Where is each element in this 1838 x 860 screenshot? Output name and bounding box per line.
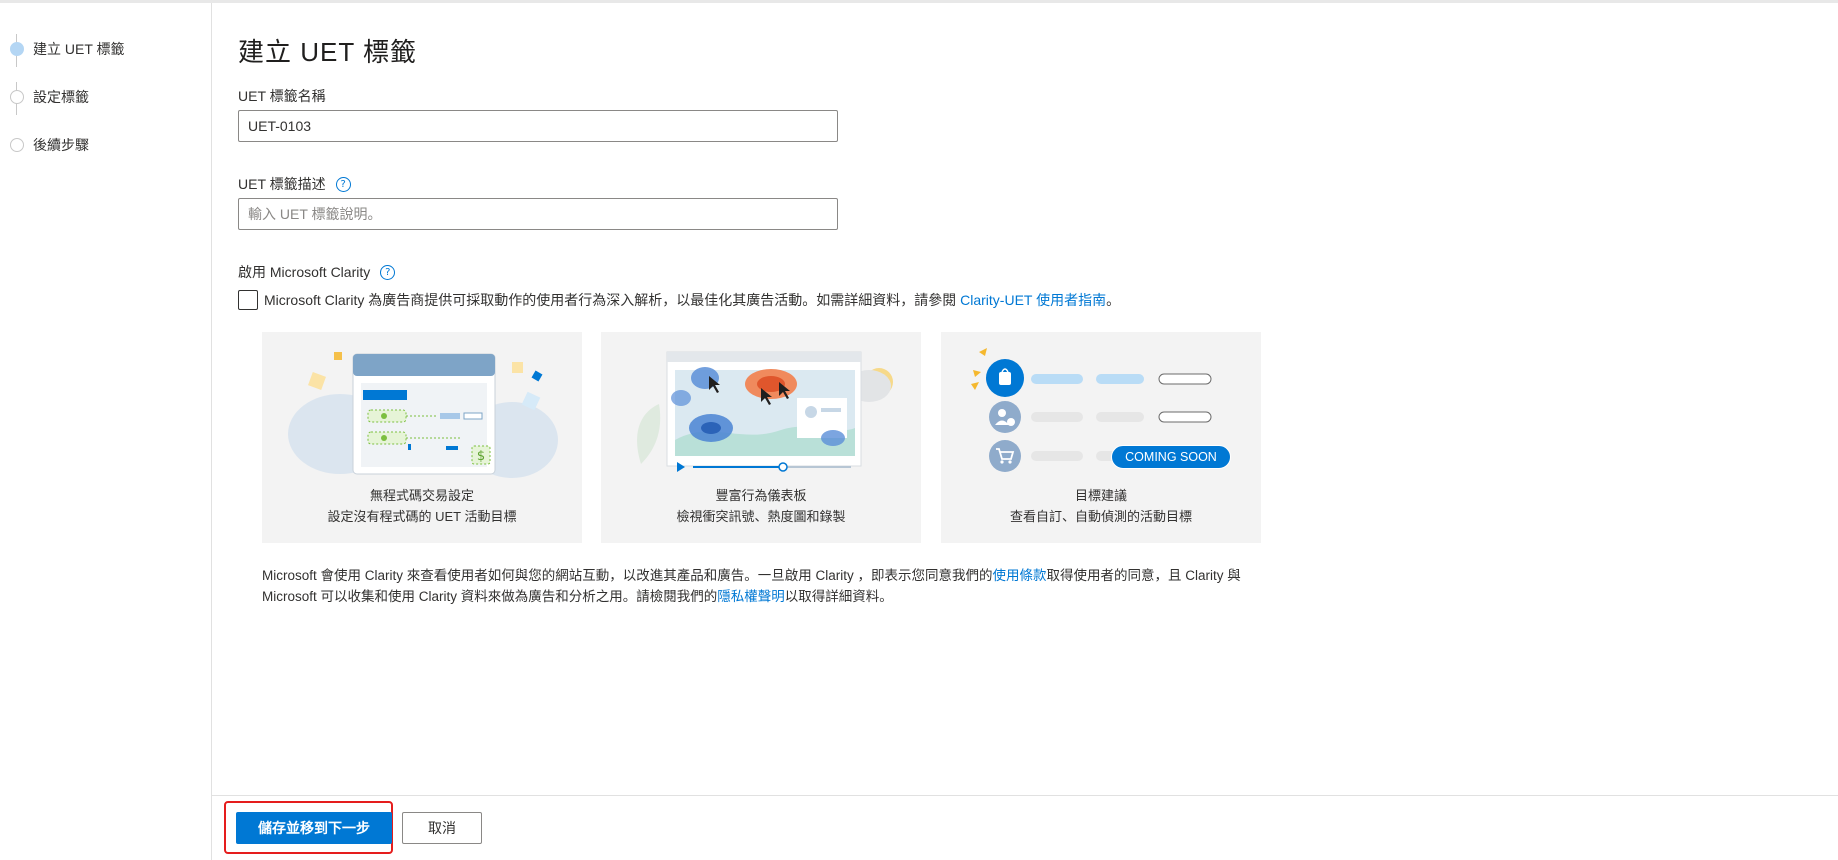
- disclaimer-text: 以取得詳細資料。: [784, 589, 893, 604]
- top-border: [0, 0, 1838, 3]
- step-label: 設定標籤: [33, 89, 89, 105]
- tag-description-label-text: UET 標籤描述: [238, 176, 326, 192]
- card-title: 目標建議: [1074, 488, 1127, 503]
- help-icon[interactable]: ?: [380, 264, 396, 280]
- step-indicator: [10, 138, 24, 152]
- clarity-description-text: Microsoft Clarity 為廣告商提供可採取動作的使用者行為深入解析，…: [264, 292, 957, 308]
- disclaimer-text: Microsoft 會使用 Clarity 來查看使用者如何與您的網站互動，以改…: [262, 568, 993, 583]
- clarity-guide-link[interactable]: Clarity-UET 使用者指南: [960, 292, 1106, 308]
- clarity-label: 啟用 Microsoft Clarity ?: [238, 262, 396, 282]
- tag-name-label: UET 標籤名稱: [238, 86, 326, 106]
- card-subtitle: 檢視衝突訊號、熱度圖和錄製: [676, 509, 846, 524]
- clarity-description: Microsoft Clarity 為廣告商提供可採取動作的使用者行為深入解析，…: [264, 290, 1120, 310]
- card-title: 無程式碼交易設定: [369, 488, 474, 503]
- coming-soon-badge: COMING SOON: [1111, 445, 1231, 469]
- feature-card-goal-suggestions: COMING SOON 目標建議 查看自訂、自動偵測的活動目標: [941, 332, 1261, 543]
- clarity-disclaimer: Microsoft 會使用 Clarity 來查看使用者如何與您的網站互動，以改…: [262, 565, 1272, 607]
- step-next-steps[interactable]: 後續步驟: [10, 135, 89, 155]
- clarity-checkbox-row: Microsoft Clarity 為廣告商提供可採取動作的使用者行為深入解析，…: [238, 290, 1120, 310]
- step-indicator: [10, 90, 24, 104]
- enable-clarity-checkbox[interactable]: [238, 290, 258, 310]
- clarity-label-text: 啟用 Microsoft Clarity: [238, 264, 371, 280]
- step-create-uet-tag[interactable]: 建立 UET 標籤: [10, 39, 125, 59]
- svg-text:$: $: [477, 449, 485, 464]
- step-label: 建立 UET 標籤: [33, 41, 125, 57]
- help-icon[interactable]: ?: [335, 176, 351, 192]
- tag-name-input[interactable]: [238, 110, 838, 142]
- behavior-dashboard-illustration: [637, 351, 893, 472]
- feature-card-behavior-dashboard: 豐富行為儀表板 檢視衝突訊號、熱度圖和錄製: [601, 332, 921, 543]
- no-code-setup-illustration: $: [288, 352, 558, 478]
- step-indicator-active: [10, 42, 24, 56]
- step-configure-tag[interactable]: 設定標籤: [10, 87, 89, 107]
- terms-of-use-link[interactable]: 使用條款: [993, 568, 1047, 583]
- step-label: 後續步驟: [33, 137, 89, 153]
- card-title: 豐富行為儀表板: [715, 488, 807, 503]
- card-subtitle: 設定沒有程式碼的 UET 活動目標: [327, 509, 517, 524]
- progress-sidebar: 建立 UET 標籤 設定標籤 後續步驟: [0, 3, 212, 860]
- clarity-description-end: 。: [1106, 292, 1121, 308]
- tag-name-label-text: UET 標籤名稱: [238, 88, 326, 104]
- tag-description-label: UET 標籤描述 ?: [238, 174, 351, 194]
- tag-description-input[interactable]: [238, 198, 838, 230]
- privacy-statement-link[interactable]: 隱私權聲明: [717, 589, 785, 604]
- footer-divider: [212, 795, 1838, 796]
- save-and-next-button[interactable]: 儲存並移到下一步: [236, 812, 392, 844]
- page-title: 建立 UET 標籤: [238, 37, 417, 67]
- card-subtitle: 查看自訂、自動偵測的活動目標: [1009, 509, 1192, 524]
- cancel-button[interactable]: 取消: [402, 812, 482, 844]
- feature-card-no-code-setup: $ 無程式碼交易設定 設定沒有程式碼的 UET 活動目標: [262, 332, 582, 543]
